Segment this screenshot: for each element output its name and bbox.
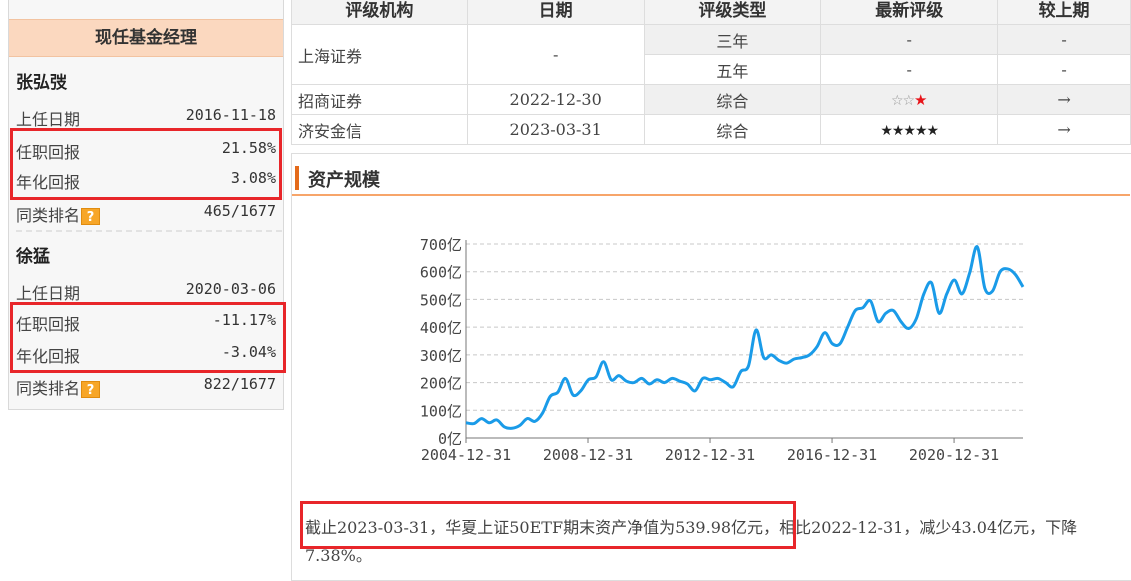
start-date-label: 上任日期 bbox=[16, 284, 81, 303]
peer-rank-row: 同类排名? 822/1677 bbox=[16, 375, 276, 399]
peer-rank-row: 同类排名? 465/1677 bbox=[16, 202, 276, 226]
rating-type-cell: 三年 bbox=[643, 24, 822, 55]
column-header: 评级类型 bbox=[643, 0, 822, 25]
column-header: 最新评级 bbox=[820, 0, 999, 25]
start-date-label: 上任日期 bbox=[16, 110, 81, 129]
start-date-row: 上任日期 2016-11-18 bbox=[16, 106, 276, 130]
peer-rank-value: 465/1677 bbox=[203, 202, 276, 220]
column-header: 日期 bbox=[466, 0, 645, 25]
rating-date-cell: - bbox=[466, 24, 645, 85]
highlight-box bbox=[10, 302, 286, 373]
y-tick-label: 300亿 bbox=[420, 347, 462, 365]
table-row: 上海证券 - 三年 - - bbox=[291, 24, 1131, 85]
rating-type-cell: 综合 bbox=[643, 84, 822, 115]
rating-value-cell: - bbox=[820, 54, 999, 85]
table-header-row: 评级机构 日期 评级类型 最新评级 较上期 bbox=[291, 0, 1131, 25]
y-tick-label: 200亿 bbox=[420, 375, 462, 393]
rating-value-cell: ★★★★★ bbox=[820, 114, 999, 145]
peer-rank-label-text: 同类排名 bbox=[16, 206, 81, 225]
x-tick-label: 2004-12-31 bbox=[421, 446, 511, 464]
column-header: 较上期 bbox=[997, 0, 1131, 25]
asset-scale-chart: 0亿100亿200亿300亿400亿500亿600亿700亿2004-12-31… bbox=[420, 236, 1025, 464]
peer-rank-label-text: 同类排名 bbox=[16, 379, 81, 398]
table-row: 济安金信 2023-03-31 综合 ★★★★★ → bbox=[291, 114, 1131, 145]
start-date-value: 2020-03-06 bbox=[185, 280, 276, 298]
rating-change-cell: - bbox=[997, 24, 1131, 55]
rating-date-cell: 2023-03-31 bbox=[466, 114, 645, 145]
rating-change-cell: - bbox=[997, 54, 1131, 85]
start-date-value: 2016-11-18 bbox=[185, 106, 276, 124]
rating-change-cell: → bbox=[997, 84, 1131, 115]
solid-star-icon: ★★★★★ bbox=[880, 123, 939, 139]
y-tick-label: 500亿 bbox=[420, 291, 462, 309]
rating-org-cell: 上海证券 bbox=[291, 24, 468, 85]
x-tick-label: 2012-12-31 bbox=[665, 446, 755, 464]
rating-type-cell: 综合 bbox=[643, 114, 822, 145]
y-tick-label: 600亿 bbox=[420, 264, 462, 282]
manager-name[interactable]: 张弘弢 bbox=[16, 68, 67, 93]
panel-title: 现任基金经理 bbox=[9, 19, 283, 57]
manager-name[interactable]: 徐猛 bbox=[16, 242, 50, 267]
start-date-row: 上任日期 2020-03-06 bbox=[16, 280, 276, 304]
manager-divider bbox=[16, 230, 282, 232]
rating-change-cell: → bbox=[997, 114, 1131, 145]
highlight-box bbox=[10, 128, 282, 200]
x-tick-label: 2020-12-31 bbox=[909, 446, 999, 464]
red-star-icon: ★ bbox=[914, 91, 928, 109]
rating-org-cell: 济安金信 bbox=[291, 114, 468, 145]
peer-rank-label: 同类排名? bbox=[16, 375, 101, 399]
rating-type-cell: 五年 bbox=[643, 54, 822, 85]
rating-date-cell: 2022-12-30 bbox=[466, 84, 645, 115]
y-tick-label: 400亿 bbox=[420, 319, 462, 337]
table-row: 招商证券 2022-12-30 综合 ☆☆★ → bbox=[291, 84, 1131, 115]
highlight-box bbox=[300, 501, 796, 549]
y-tick-label: 700亿 bbox=[420, 236, 462, 254]
question-mark-icon[interactable]: ? bbox=[81, 208, 101, 225]
y-tick-label: 100亿 bbox=[420, 402, 462, 420]
rating-value-cell: ☆☆★ bbox=[820, 84, 999, 115]
x-tick-label: 2008-12-31 bbox=[543, 446, 633, 464]
ratings-table: 评级机构 日期 评级类型 最新评级 较上期 上海证券 - 三年 - - 五年 -… bbox=[291, 0, 1131, 145]
peer-rank-value: 822/1677 bbox=[203, 375, 276, 393]
rating-value-cell: - bbox=[820, 24, 999, 55]
column-header: 评级机构 bbox=[291, 0, 468, 25]
peer-rank-label: 同类排名? bbox=[16, 202, 101, 226]
hollow-star-icon: ☆☆ bbox=[890, 93, 915, 109]
x-tick-label: 2016-12-31 bbox=[787, 446, 877, 464]
series-line bbox=[465, 245, 1025, 430]
rating-org-cell: 招商证券 bbox=[291, 84, 468, 115]
question-mark-icon[interactable]: ? bbox=[81, 381, 101, 398]
